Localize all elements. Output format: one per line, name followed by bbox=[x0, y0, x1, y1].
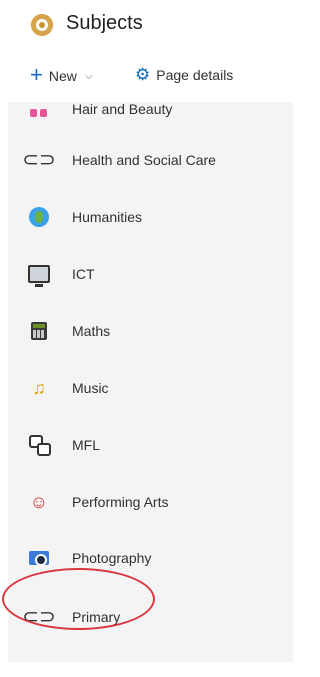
page-details-label: Page details bbox=[156, 66, 234, 83]
nav-item-label: Hair and Beauty bbox=[72, 102, 173, 117]
link-icon: ⊂⊃ bbox=[22, 149, 56, 171]
nav-item-label: Primary bbox=[72, 609, 121, 625]
salon-icon bbox=[28, 102, 50, 122]
nav-item-primary[interactable]: ⊂⊃ Primary bbox=[8, 597, 293, 637]
camera-icon bbox=[28, 547, 50, 569]
nav-item-label: Maths bbox=[72, 323, 111, 339]
monitor-icon bbox=[28, 263, 50, 287]
nav-item-performing-arts[interactable]: ☺ Performing Arts bbox=[8, 482, 293, 522]
translate-icon bbox=[28, 434, 51, 456]
site-header: Subjects bbox=[0, 0, 293, 50]
subjects-navigation: Hair and Beauty ⊂⊃ Health and Social Car… bbox=[8, 102, 293, 662]
nav-item-label: MFL bbox=[72, 437, 100, 453]
nav-item-label: Health and Social Care bbox=[72, 152, 216, 168]
nav-item-music[interactable]: ♫ Music bbox=[8, 368, 293, 408]
app-window: Subjects + New ⌵ ⚙ Page details Hair and… bbox=[0, 0, 293, 677]
site-title[interactable]: Subjects bbox=[66, 12, 143, 35]
music-icon: ♫ bbox=[32, 378, 46, 398]
nav-item-photography[interactable]: Photography bbox=[8, 538, 293, 578]
new-button-label: New bbox=[48, 68, 77, 84]
nav-item-label: Humanities bbox=[72, 209, 143, 225]
chevron-down-icon[interactable]: ⌵ bbox=[85, 71, 93, 82]
globe-icon bbox=[28, 206, 50, 228]
nav-item-label: ICT bbox=[72, 266, 95, 282]
nav-item-ict[interactable]: ICT bbox=[8, 254, 293, 294]
nav-item-humanities[interactable]: Humanities bbox=[8, 197, 293, 237]
nav-item-pe[interactable]: ♥ PE bbox=[8, 651, 293, 662]
nav-item-label: Photography bbox=[72, 550, 152, 566]
nav-item-maths[interactable]: Maths bbox=[8, 311, 293, 351]
site-logo-icon bbox=[31, 14, 53, 36]
gear-icon: ⚙ bbox=[135, 65, 151, 84]
heart-sport-icon: ♥ bbox=[28, 660, 50, 662]
masks-icon: ☺ bbox=[29, 492, 49, 512]
new-button[interactable]: + New ⌵ bbox=[30, 62, 93, 87]
page-details-button[interactable]: ⚙ Page details bbox=[135, 66, 233, 83]
nav-item-label: Performing Arts bbox=[72, 494, 169, 510]
plus-icon: + bbox=[30, 62, 43, 87]
calculator-icon bbox=[28, 320, 50, 342]
nav-item-label: Music bbox=[72, 380, 109, 396]
nav-item-health-and-social-care[interactable]: ⊂⊃ Health and Social Care bbox=[8, 140, 293, 180]
nav-item-hair-and-beauty[interactable]: Hair and Beauty bbox=[8, 102, 293, 131]
link-icon: ⊂⊃ bbox=[22, 606, 56, 628]
nav-item-mfl[interactable]: MFL bbox=[8, 425, 293, 465]
